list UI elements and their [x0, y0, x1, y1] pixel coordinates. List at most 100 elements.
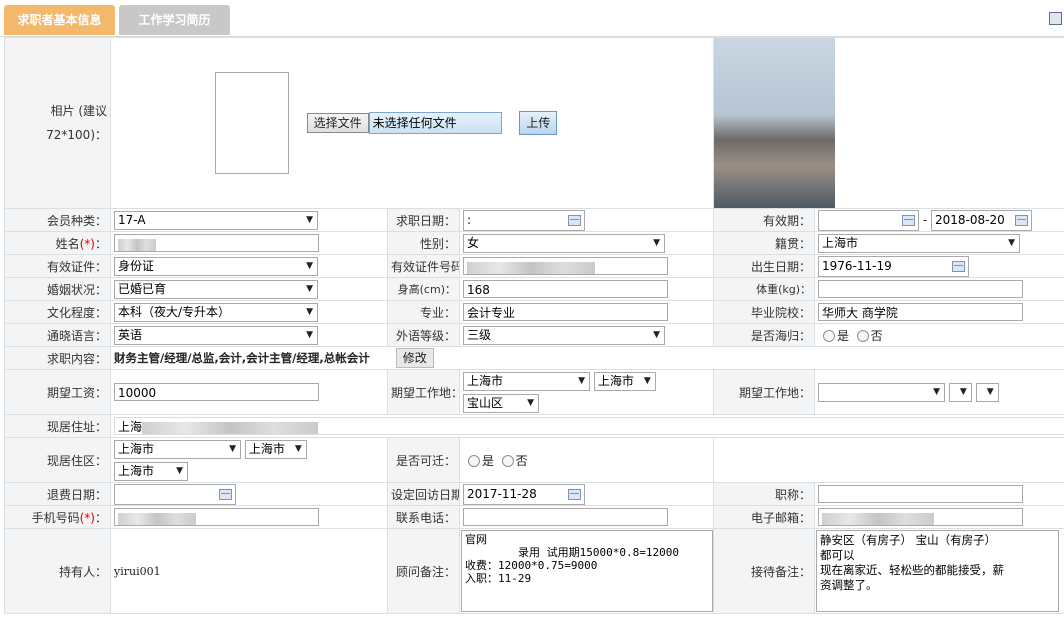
calendar-icon[interactable]	[952, 260, 966, 272]
apply-date-input[interactable]: :	[463, 209, 585, 231]
revisit-date-label: 设定回访日期：	[387, 482, 460, 506]
workplace2-district-select[interactable]: ▼	[975, 382, 999, 402]
save-icon[interactable]	[1049, 12, 1062, 25]
calendar-icon[interactable]	[568, 214, 581, 226]
workplace-city2-select[interactable]: 上海市 ▼	[593, 372, 656, 391]
required-mark: (*)	[79, 236, 95, 251]
living-city2-select[interactable]: 上海市 ▼	[244, 440, 307, 459]
chevron-down-icon: ▼	[229, 444, 236, 454]
salary-input[interactable]: 10000	[114, 383, 319, 401]
modify-button[interactable]: 修改	[395, 348, 434, 368]
birth-date-input[interactable]: 1976-11-19	[818, 255, 970, 277]
marital-select[interactable]: 已婚已育 ▼	[114, 279, 318, 299]
reception-note-textarea[interactable]: 静安区（有房子） 宝山（有房子） 都可以 现在离家近、轻松些的都能接受，薪 资调…	[816, 530, 1060, 612]
chevron-down-icon: ▼	[959, 386, 967, 397]
school-input[interactable]: 华师大 商学院	[818, 303, 1024, 321]
apply-date-value: :	[467, 212, 472, 227]
id-type-select[interactable]: 身份证 ▼	[114, 256, 318, 276]
chevron-down-icon: ▼	[1008, 237, 1016, 248]
phone-input[interactable]	[463, 508, 668, 526]
empty-cell	[713, 437, 1064, 483]
chevron-down-icon: ▼	[933, 386, 941, 397]
upload-button[interactable]: 上传	[519, 111, 558, 135]
chevron-down-icon: ▼	[986, 386, 994, 397]
name-label: 姓名(*)：	[4, 231, 111, 255]
revisit-date-input[interactable]: 2017-11-28	[463, 483, 585, 505]
tab-resume[interactable]: 工作学习简历	[119, 5, 230, 35]
workplace-district-select[interactable]: 宝山区 ▼	[463, 394, 539, 413]
redacted-email	[822, 512, 935, 525]
valid-to-value: 2018-08-20	[935, 212, 1005, 227]
member-type-select[interactable]: 17-A ▼	[114, 210, 318, 230]
workplace-district-value: 宝山区	[467, 396, 504, 410]
weight-input[interactable]	[818, 280, 1024, 298]
language-value: 英语	[118, 327, 143, 342]
marital-label: 婚姻状况：	[4, 277, 111, 301]
required-mark: (*)	[79, 510, 95, 525]
education-value: 本科（夜大/专升本）	[118, 304, 231, 319]
photo-preview-box	[215, 72, 289, 174]
workplace2-city2-select[interactable]: ▼	[948, 382, 972, 402]
calendar-icon[interactable]	[219, 488, 232, 500]
refund-date-input[interactable]	[114, 483, 236, 505]
relocate-no-radio[interactable]	[501, 455, 514, 467]
valid-from-input[interactable]	[818, 209, 920, 231]
overseas-no-radio[interactable]	[856, 330, 869, 342]
advisor-note-label: 顾问备注：	[387, 528, 460, 614]
workplace-city-select[interactable]: 上海市 ▼	[463, 372, 590, 391]
photo-display-cell	[713, 37, 1064, 209]
valid-to-input[interactable]: 2018-08-20	[931, 209, 1033, 231]
overseas-yes-radio[interactable]	[823, 330, 836, 342]
calendar-icon[interactable]	[568, 488, 581, 500]
tab-bar: 求职者基本信息 工作学习简历	[0, 0, 1064, 37]
workplace2-city-select[interactable]: ▼	[818, 382, 946, 402]
workplace-city-value: 上海市	[467, 374, 504, 388]
tab-basic-info[interactable]: 求职者基本信息	[4, 5, 115, 35]
calendar-icon[interactable]	[902, 214, 916, 226]
living-city-select[interactable]: 上海市 ▼	[114, 440, 241, 459]
language-level-label: 外语等级：	[387, 323, 460, 347]
email-input[interactable]	[818, 508, 1024, 526]
redacted-mobile	[118, 512, 196, 525]
birth-date-value: 1976-11-19	[822, 258, 892, 273]
relocate-yes-radio[interactable]	[468, 455, 480, 467]
job-title-label: 职称：	[713, 482, 816, 506]
education-select[interactable]: 本科（夜大/专升本） ▼	[114, 302, 318, 322]
language-select[interactable]: 英语 ▼	[114, 325, 318, 345]
native-place-label: 籍贯：	[713, 231, 816, 255]
marital-value: 已婚已育	[118, 281, 167, 296]
job-content-label: 求职内容：	[4, 346, 111, 370]
living-city2-value: 上海市	[248, 442, 285, 456]
workplace2-label: 期望工作地：	[713, 369, 816, 415]
address-input[interactable]: 上海	[114, 417, 1064, 435]
chevron-down-icon: ▼	[306, 214, 313, 225]
relocate-label: 是否可迁：	[387, 437, 460, 483]
height-input[interactable]: 168	[463, 280, 668, 298]
gender-select[interactable]: 女 ▼	[463, 233, 665, 253]
name-label-colon: ：	[94, 236, 107, 251]
language-label: 通晓语言：	[4, 323, 111, 347]
name-label-text: 姓名	[55, 236, 80, 251]
photo-cell: 选择文件 未选择任何文件 上传	[109, 37, 715, 209]
choose-file-button[interactable]: 选择文件	[306, 113, 369, 133]
valid-period-label: 有效期：	[713, 208, 816, 232]
native-place-select[interactable]: 上海市 ▼	[818, 233, 1021, 253]
advisor-note-textarea[interactable]: 官网 录用 试用期15000*0.8=12000 收费：12000*0.75=9…	[461, 530, 713, 612]
name-input[interactable]	[114, 234, 319, 252]
id-number-input[interactable]	[463, 257, 668, 275]
phone-label: 联系电话：	[387, 505, 460, 529]
living-city3-value: 上海市	[118, 464, 155, 478]
major-input[interactable]: 会计专业	[463, 303, 668, 321]
mobile-label-colon: ：	[94, 510, 107, 525]
job-content-value: 财务主管/经理/总监,会计,会计主管/经理,总帐会计	[114, 351, 370, 365]
mobile-input[interactable]	[114, 508, 319, 526]
holder-label: 持有人：	[4, 528, 111, 614]
photo-label-text: 相片 (建议72*100)：	[46, 104, 107, 142]
living-city3-select[interactable]: 上海市 ▼	[114, 462, 188, 481]
education-label: 文化程度：	[4, 300, 111, 324]
calendar-icon[interactable]	[1015, 214, 1029, 226]
language-level-select[interactable]: 三级 ▼	[463, 325, 665, 345]
redacted-id-number	[467, 261, 595, 274]
job-title-input[interactable]	[818, 485, 1024, 503]
overseas-label: 是否海归：	[713, 323, 816, 347]
